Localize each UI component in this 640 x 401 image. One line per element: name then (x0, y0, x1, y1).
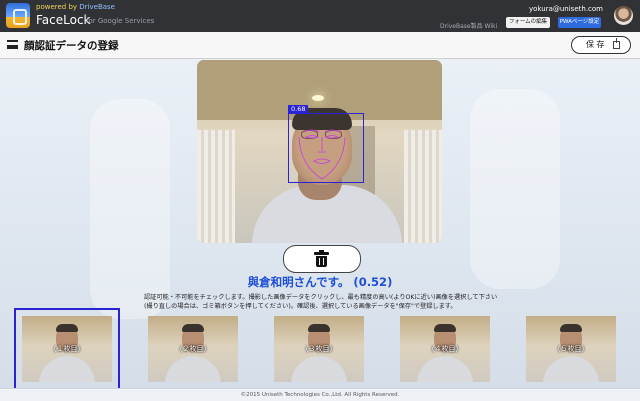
save-button[interactable]: 保 存 (571, 36, 631, 54)
app-subtitle: for Google Services (86, 17, 155, 25)
save-button-label: 保 存 (586, 40, 605, 49)
thumbnail-5[interactable]: （５枚目） (526, 316, 616, 382)
trash-icon (314, 250, 329, 267)
thumbnail-3[interactable]: （３枚目） (274, 316, 364, 382)
drivebase-logo-icon[interactable] (6, 3, 30, 28)
thumbnail-label: （１枚目） (49, 345, 85, 353)
powered-brand[interactable]: DriveBase (79, 3, 115, 11)
thumbnail-label: （２枚目） (175, 345, 211, 353)
upload-icon (613, 38, 620, 49)
background-decoration (470, 89, 560, 289)
footer-copyright: ©2015 Uniseth Technologies Co.,Ltd. All … (0, 388, 640, 401)
thumbnail-4[interactable]: （４枚目） (400, 316, 490, 382)
recognition-result: 與倉和明さんです。 (0.52) (247, 275, 393, 289)
user-email: yokura@uniseth.com (529, 5, 603, 13)
thumbnail-label: （３枚目） (301, 345, 337, 353)
ceiling-light (312, 95, 324, 101)
thumbnail-label: （５枚目） (553, 345, 589, 353)
hamburger-menu-icon[interactable] (7, 40, 18, 49)
powered-by: powered by DriveBase (36, 3, 115, 11)
thumbnail-label: （４枚目） (427, 345, 463, 353)
app-header: powered by DriveBase FaceLock for Google… (0, 0, 640, 32)
thumbnail-2[interactable]: （２枚目） (148, 316, 238, 382)
form-edit-button[interactable]: フォームの編集 (506, 17, 550, 28)
wiki-link[interactable]: DriveBase製品 Wiki (440, 21, 497, 30)
face-detection-box (288, 113, 364, 183)
pwa-settings-button[interactable]: PWAページ設定 (558, 17, 601, 28)
avatar[interactable] (614, 6, 633, 25)
thumbnail-1[interactable]: （１枚目） (14, 308, 120, 390)
page-title: 顔認証データの登録 (24, 40, 119, 52)
app-name: FaceLock (36, 13, 91, 27)
powered-prefix: powered by (36, 3, 78, 11)
camera-preview: 0.68 (197, 60, 442, 243)
confidence-label: 0.68 (288, 105, 309, 114)
instructions-text: 認証可能・不可能をチェックします。撮影した画像データをクリックし、最も精度の高い… (144, 294, 498, 310)
delete-button[interactable] (283, 245, 361, 273)
title-bar: 顔認証データの登録 (0, 32, 640, 59)
